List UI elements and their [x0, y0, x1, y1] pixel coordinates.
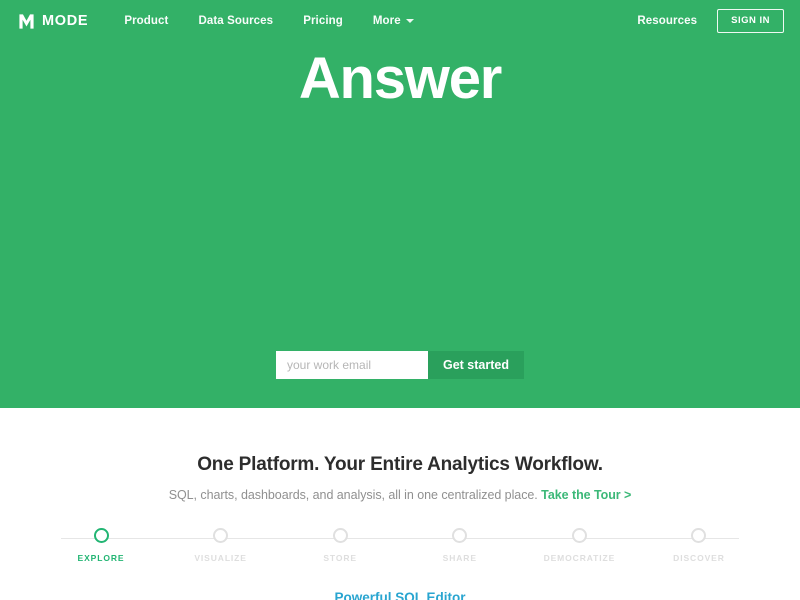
stepper-item-visualize[interactable]: VISUALIZE	[173, 528, 269, 563]
hero-headline: Answer	[298, 46, 503, 111]
stepper-item-store[interactable]: STORE	[292, 528, 388, 563]
nav-item-product[interactable]: Product	[124, 15, 168, 27]
stepper-item-visualize-label: VISUALIZE	[194, 553, 247, 563]
section-subheading-text: SQL, charts, dashboards, and analysis, a…	[168, 488, 538, 502]
hero-section: MODE Product Data Sources Pricing More R…	[0, 0, 800, 408]
signup-form: Get started	[0, 351, 800, 379]
stepper-item-democratize[interactable]: DEMOCRATIZE	[531, 528, 627, 563]
top-navigation-bar: MODE Product Data Sources Pricing More R…	[0, 0, 800, 42]
nav-item-data-sources-label: Data Sources	[198, 15, 274, 27]
step-dot-icon	[213, 528, 229, 543]
nav-item-pricing-label: Pricing	[303, 15, 343, 27]
nav-item-more-label: More	[372, 15, 401, 27]
stepper-item-explore[interactable]: EXPLORE	[53, 528, 149, 563]
brand-logo[interactable]: MODE	[18, 13, 88, 30]
workflow-stepper: EXPLORE VISUALIZE STORE SHARE DEMOCRATIZ…	[53, 528, 747, 568]
feature-block: Powerful SQL Editor Write, run, and save…	[0, 590, 800, 600]
step-dot-icon	[691, 528, 707, 543]
stepper-item-share-label: SHARE	[442, 553, 477, 563]
nav-item-product-label: Product	[124, 15, 169, 27]
workflow-section: One Platform. Your Entire Analytics Work…	[0, 408, 800, 600]
step-dot-icon	[452, 528, 468, 543]
step-dot-icon	[571, 528, 587, 543]
get-started-button[interactable]: Get started	[428, 351, 524, 379]
feature-title: Powerful SQL Editor	[334, 590, 466, 600]
stepper-steps: EXPLORE VISUALIZE STORE SHARE DEMOCRATIZ…	[53, 528, 747, 563]
work-email-input[interactable]	[276, 351, 428, 379]
nav-item-data-sources[interactable]: Data Sources	[198, 15, 273, 27]
m-logo-icon	[19, 13, 34, 29]
nav-right-group: Resources SIGN IN	[637, 9, 784, 33]
nav-links: Product Data Sources Pricing More	[124, 15, 414, 27]
nav-item-pricing[interactable]: Pricing	[303, 15, 343, 27]
stepper-item-discover-label: DISCOVER	[673, 553, 725, 563]
stepper-item-democratize-label: DEMOCRATIZE	[543, 553, 616, 563]
stepper-item-store-label: STORE	[323, 553, 357, 563]
nav-item-resources-label: Resources	[637, 15, 698, 27]
step-dot-icon	[93, 528, 109, 543]
step-dot-icon	[332, 528, 348, 543]
section-heading: One Platform. Your Entire Analytics Work…	[197, 454, 603, 475]
nav-item-resources[interactable]: Resources	[637, 15, 697, 27]
stepper-item-explore-label: EXPLORE	[77, 553, 125, 563]
sign-in-button[interactable]: SIGN IN	[717, 9, 784, 33]
section-subheading: SQL, charts, dashboards, and analysis, a…	[0, 488, 800, 502]
chevron-down-icon	[405, 19, 414, 23]
brand-label: MODE	[42, 13, 89, 29]
stepper-item-share[interactable]: SHARE	[412, 528, 508, 563]
nav-item-more[interactable]: More	[373, 15, 414, 27]
stepper-item-discover[interactable]: DISCOVER	[651, 528, 747, 563]
take-the-tour-link[interactable]: Take the Tour >	[541, 488, 631, 502]
